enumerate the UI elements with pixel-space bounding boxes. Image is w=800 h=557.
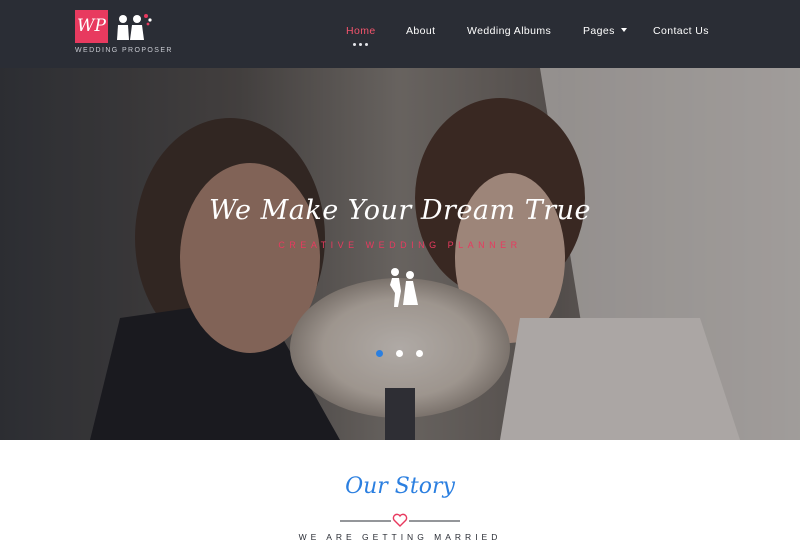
hero-title: We Make Your Dream True bbox=[209, 195, 591, 226]
brand-logo[interactable]: WP WEDDING PROPOSER bbox=[75, 10, 175, 60]
heart-icon bbox=[392, 513, 408, 527]
slide-dot-1[interactable] bbox=[376, 350, 383, 357]
nav-item-home[interactable]: Home bbox=[346, 25, 376, 37]
hero-subtitle: CREATIVE WEDDING PLANNER bbox=[278, 240, 522, 250]
nav-item-contact-us[interactable]: Contact Us bbox=[653, 25, 709, 37]
brand-name: WEDDING PROPOSER bbox=[75, 47, 173, 54]
slider-pagination bbox=[376, 350, 426, 360]
active-indicator bbox=[353, 43, 369, 47]
nav-item-pages-label: Pages bbox=[583, 25, 615, 37]
nav-item-wedding-albums[interactable]: Wedding Albums bbox=[467, 25, 551, 37]
nav-item-about[interactable]: About bbox=[406, 25, 435, 37]
top-navbar: WP WEDDING PROPOSER Home About Wedding A… bbox=[0, 0, 800, 68]
nav-item-pages[interactable]: Pages bbox=[583, 25, 627, 37]
logo-badge: WP bbox=[75, 10, 108, 43]
slide-dot-3[interactable] bbox=[416, 350, 423, 357]
couple-dancing-icon bbox=[390, 268, 418, 307]
hero-overlay bbox=[0, 68, 800, 440]
heart-divider bbox=[340, 513, 460, 527]
slide-dot-2[interactable] bbox=[396, 350, 403, 357]
couple-logo-icon bbox=[117, 14, 152, 40]
caret-down-icon bbox=[620, 28, 627, 32]
section-title: Our Story bbox=[345, 474, 455, 499]
hero-slider: We Make Your Dream True CREATIVE WEDDING… bbox=[0, 68, 800, 440]
section-subtitle: WE ARE GETTING MARRIED bbox=[298, 532, 502, 542]
